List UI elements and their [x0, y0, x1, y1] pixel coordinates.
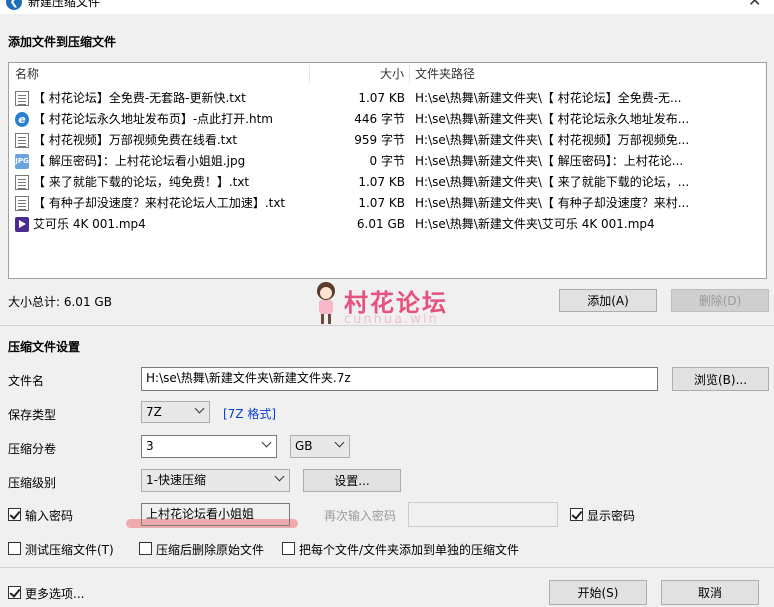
- format-link[interactable]: [7Z 格式]: [223, 405, 276, 422]
- file-row[interactable]: JPG 【 解压密码】：上村花论坛看小姐姐.jpg 0 字节 H:\se\热舞\…: [9, 151, 766, 172]
- save-type-value: 7Z: [146, 405, 162, 419]
- file-size: 1.07 KB: [358, 91, 405, 105]
- level-value: 1-快速压缩: [146, 473, 206, 487]
- html-file-icon: e: [15, 112, 29, 127]
- test-archive-checkbox[interactable]: [8, 542, 21, 555]
- file-row[interactable]: e 【 村花论坛永久地址发布页】-点此打开.htm 446 字节 H:\se\热…: [9, 109, 766, 130]
- text-file-icon: [15, 175, 29, 190]
- file-name: 艾可乐 4K 001.mp4: [33, 217, 146, 231]
- text-file-icon: [15, 196, 29, 211]
- compress-section-title: 压缩文件设置: [8, 340, 81, 354]
- more-options-label: 更多选项...: [25, 587, 85, 601]
- browse-button[interactable]: 浏览(B)...: [672, 367, 769, 391]
- file-path: H:\se\热舞\新建文件夹\【 村花论坛】全免费-无...: [415, 91, 682, 105]
- file-list[interactable]: 名称 大小 文件夹路径 【 村花论坛】全免费-无套路-更新快.txt 1.07 …: [8, 62, 767, 279]
- repeat-password-input[interactable]: [408, 502, 558, 527]
- file-name: 【 村花论坛】全免费-无套路-更新快.txt: [33, 91, 246, 105]
- file-size: 446 字节: [354, 112, 405, 126]
- file-name: 【 解压密码】：上村花论坛看小姐姐.jpg: [33, 154, 246, 168]
- password-label: 输入密码: [25, 509, 74, 523]
- file-name: 【 来了就能下载的论坛，纯免费！】.txt: [33, 175, 250, 189]
- watermark-girl-icon: [317, 282, 335, 324]
- file-name: 【 村花论坛永久地址发布页】-点此打开.htm: [33, 112, 273, 126]
- split-size-combo[interactable]: 3: [141, 435, 277, 458]
- add-section-title: 添加文件到压缩文件: [8, 35, 117, 49]
- file-path: H:\se\热舞\新建文件夹\【 村花论坛永久地址发布...: [415, 112, 690, 126]
- column-header-name[interactable]: 名称: [15, 63, 39, 85]
- chevron-down-icon: [334, 437, 345, 448]
- start-button[interactable]: 开始(S): [549, 580, 647, 605]
- password-checkbox[interactable]: [8, 508, 21, 521]
- file-size: 959 字节: [354, 133, 405, 147]
- section-divider: [0, 567, 774, 568]
- level-label: 压缩级别: [8, 476, 57, 490]
- file-path: H:\se\热舞\新建文件夹\【 来了就能下载的论坛，...: [415, 175, 690, 189]
- column-divider: [309, 65, 310, 83]
- delete-after-label: 压缩后删除原始文件: [156, 543, 265, 557]
- show-password-checkbox[interactable]: [570, 508, 583, 521]
- save-type-label: 保存类型: [8, 408, 57, 422]
- separate-archives-label: 把每个文件/文件夹添加到单独的压缩文件: [299, 543, 520, 557]
- file-path: H:\se\热舞\新建文件夹\艾可乐 4K 001.mp4: [415, 217, 655, 231]
- text-file-icon: [15, 133, 29, 148]
- show-password-label: 显示密码: [587, 509, 636, 523]
- file-name: 【 村花视频】万部视频免费在线看.txt: [33, 133, 238, 147]
- section-divider: [0, 325, 774, 326]
- video-file-icon: [15, 217, 29, 232]
- total-size: 大小总计: 6.01 GB: [8, 295, 112, 309]
- split-unit-value: GB: [295, 439, 313, 453]
- filename-label: 文件名: [8, 374, 45, 388]
- password-input[interactable]: 上村花论坛看小姐姐: [141, 503, 290, 526]
- cancel-button[interactable]: 取消: [661, 580, 759, 605]
- file-size: 0 字节: [369, 154, 405, 168]
- chevron-down-icon: [274, 471, 285, 482]
- column-divider: [409, 65, 410, 83]
- file-path: H:\se\热舞\新建文件夹\【 有种子却没速度？来村...: [415, 196, 690, 210]
- file-row[interactable]: 【 有种子却没速度？来村花论坛人工加速】.txt 1.07 KB H:\se\热…: [9, 193, 766, 214]
- image-file-icon: JPG: [15, 154, 29, 169]
- repeat-password-label: 再次输入密码: [324, 509, 397, 523]
- file-size: 1.07 KB: [358, 196, 405, 210]
- add-button[interactable]: 添加(A): [559, 289, 657, 312]
- delete-after-checkbox[interactable]: [139, 542, 152, 555]
- file-row[interactable]: 艾可乐 4K 001.mp4 6.01 GB H:\se\热舞\新建文件夹\艾可…: [9, 214, 766, 235]
- save-type-select[interactable]: 7Z: [141, 401, 210, 423]
- file-name: 【 有种子却没速度？来村花论坛人工加速】.txt: [33, 196, 286, 210]
- file-row[interactable]: 【 村花视频】万部视频免费在线看.txt 959 字节 H:\se\热舞\新建文…: [9, 130, 766, 151]
- delete-button[interactable]: 删除(D): [671, 289, 769, 312]
- text-file-icon: [15, 91, 29, 106]
- separate-archives-checkbox[interactable]: [282, 542, 295, 555]
- more-options-checkbox[interactable]: [8, 586, 21, 599]
- level-select[interactable]: 1-快速压缩: [141, 469, 290, 492]
- app-icon: ❮: [6, 0, 22, 10]
- file-size: 1.07 KB: [358, 175, 405, 189]
- test-archive-label: 测试压缩文件(T): [25, 543, 114, 557]
- close-icon[interactable]: ✕: [748, 0, 761, 10]
- window-title: 新建压缩文件: [28, 0, 101, 9]
- file-size: 6.01 GB: [356, 217, 405, 231]
- filename-input[interactable]: H:\se\热舞\新建文件夹\新建文件夹.7z: [141, 367, 658, 391]
- settings-button[interactable]: 设置...: [303, 469, 401, 492]
- chevron-down-icon: [261, 437, 272, 448]
- split-unit-select[interactable]: GB: [290, 435, 350, 458]
- column-header-size[interactable]: 大小: [380, 63, 404, 85]
- file-path: H:\se\热舞\新建文件夹\【 解压密码】：上村花论...: [415, 154, 684, 168]
- split-size-value: 3: [146, 439, 154, 453]
- chevron-down-icon: [194, 403, 205, 414]
- file-row[interactable]: 【 村花论坛】全免费-无套路-更新快.txt 1.07 KB H:\se\热舞\…: [9, 88, 766, 109]
- file-row[interactable]: 【 来了就能下载的论坛，纯免费！】.txt 1.07 KB H:\se\热舞\新…: [9, 172, 766, 193]
- column-header-path[interactable]: 文件夹路径: [415, 63, 475, 85]
- file-path: H:\se\热舞\新建文件夹\【 村花视频】万部视频免...: [415, 133, 690, 147]
- title-bar: ❮ 新建压缩文件 ✕: [0, 0, 774, 14]
- split-label: 压缩分卷: [8, 442, 57, 456]
